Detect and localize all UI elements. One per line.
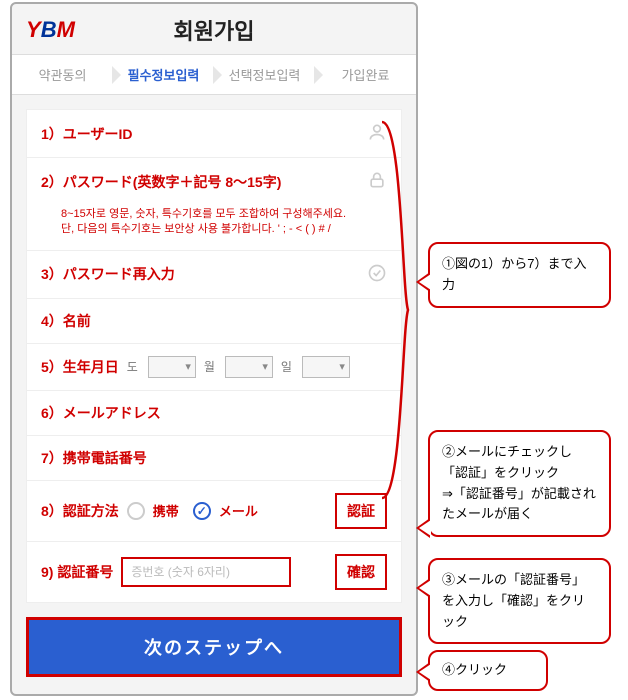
field-verify-method: 8）認証方法 携帯 メール 認証 bbox=[27, 481, 401, 542]
callout-step4: ④クリック bbox=[428, 650, 548, 691]
callout-text: ④クリック bbox=[442, 662, 507, 677]
radio-email-label: メール bbox=[219, 501, 258, 520]
callout-step3: ③メールの「認証番号」を入力し「確認」をクリック bbox=[428, 558, 611, 644]
label-password: 2）パスワード(英数字＋記号 8～15字) bbox=[41, 172, 281, 192]
callout-tail-icon bbox=[416, 272, 430, 292]
field-name[interactable]: 4）名前 bbox=[27, 299, 401, 344]
callout-tail-icon bbox=[416, 662, 430, 682]
birth-month-select[interactable]: ▾ bbox=[225, 356, 273, 378]
label-verify-code: 9) 認証番号 bbox=[41, 562, 113, 582]
label-name: 4）名前 bbox=[41, 311, 91, 331]
label-password-confirm: 3）パスワード再入力 bbox=[41, 264, 175, 284]
callout-step2: ②メールにチェックし「認証」をクリック ⇒「認証番号」が記載されたメールが届く bbox=[428, 430, 611, 537]
step-agree[interactable]: 약관동의 bbox=[12, 55, 113, 94]
birth-day-label: 일 bbox=[281, 358, 292, 375]
field-email[interactable]: 6）メールアドレス bbox=[27, 391, 401, 436]
person-icon bbox=[367, 122, 387, 145]
signup-screen: Y B M 회원가입 약관동의 필수정보입력 선택정보입력 가입완료 1）ユーザ… bbox=[10, 2, 418, 696]
birth-year-label: 도 bbox=[127, 358, 138, 375]
field-phone[interactable]: 7）携帯電話番号 bbox=[27, 436, 401, 481]
header: Y B M 회원가입 bbox=[12, 4, 416, 54]
password-hint: 8~15자로 영문, 숫자, 특수기호를 모두 조합하여 구성해주세요. 단, … bbox=[41, 207, 387, 238]
label-phone: 7）携帯電話番号 bbox=[41, 448, 147, 468]
birth-year-select[interactable]: ▾ bbox=[148, 356, 196, 378]
label-user-id: 1）ユーザーID bbox=[41, 124, 133, 144]
field-user-id[interactable]: 1）ユーザーID bbox=[27, 110, 401, 158]
callout-step1: ①図の1）から7）まで入力 bbox=[428, 242, 611, 308]
field-birth: 5）生年月日 도 ▾ 월 ▾ 일 ▾ bbox=[27, 344, 401, 391]
field-verify-code: 9) 認証番号 증번호 (숫자 6자리) 確認 bbox=[27, 542, 401, 602]
verify-button[interactable]: 認証 bbox=[335, 493, 387, 529]
confirm-button[interactable]: 確認 bbox=[335, 554, 387, 590]
callout-text: ③メールの「認証番号」を入力し「確認」をクリック bbox=[442, 572, 585, 629]
signup-form: 1）ユーザーID 2）パスワード(英数字＋記号 8～15字) 8~15자로 영문… bbox=[26, 109, 402, 603]
step-complete[interactable]: 가입완료 bbox=[315, 55, 416, 94]
progress-steps: 약관동의 필수정보입력 선택정보입력 가입완료 bbox=[12, 54, 416, 95]
field-password-confirm[interactable]: 3）パスワード再入力 bbox=[27, 251, 401, 299]
next-step-button[interactable]: 次のステップへ bbox=[26, 617, 402, 677]
lock-icon bbox=[367, 170, 387, 193]
field-password[interactable]: 2）パスワード(英数字＋記号 8～15字) 8~15자로 영문, 숫자, 특수기… bbox=[27, 158, 401, 251]
callout-tail-icon bbox=[416, 578, 430, 598]
label-verify-method: 8）認証方法 bbox=[41, 501, 119, 521]
radio-phone-label: 携帯 bbox=[153, 501, 179, 520]
birth-month-label: 월 bbox=[204, 358, 215, 375]
callout-text: ①図の1）から7）まで入力 bbox=[442, 256, 586, 292]
radio-email[interactable] bbox=[193, 502, 211, 520]
radio-phone[interactable] bbox=[127, 502, 145, 520]
page-title: 회원가입 bbox=[26, 14, 402, 46]
step-required-info[interactable]: 필수정보입력 bbox=[113, 55, 214, 94]
step-optional-info[interactable]: 선택정보입력 bbox=[214, 55, 315, 94]
label-email: 6）メールアドレス bbox=[41, 403, 161, 423]
check-icon bbox=[367, 263, 387, 286]
callout-tail-icon bbox=[416, 518, 430, 538]
label-birth: 5）生年月日 bbox=[41, 357, 119, 377]
birth-day-select[interactable]: ▾ bbox=[302, 356, 350, 378]
callout-text: ②メールにチェックし「認証」をクリック ⇒「認証番号」が記載されたメールが届く bbox=[442, 444, 596, 521]
verify-code-input[interactable]: 증번호 (숫자 6자리) bbox=[121, 557, 291, 587]
